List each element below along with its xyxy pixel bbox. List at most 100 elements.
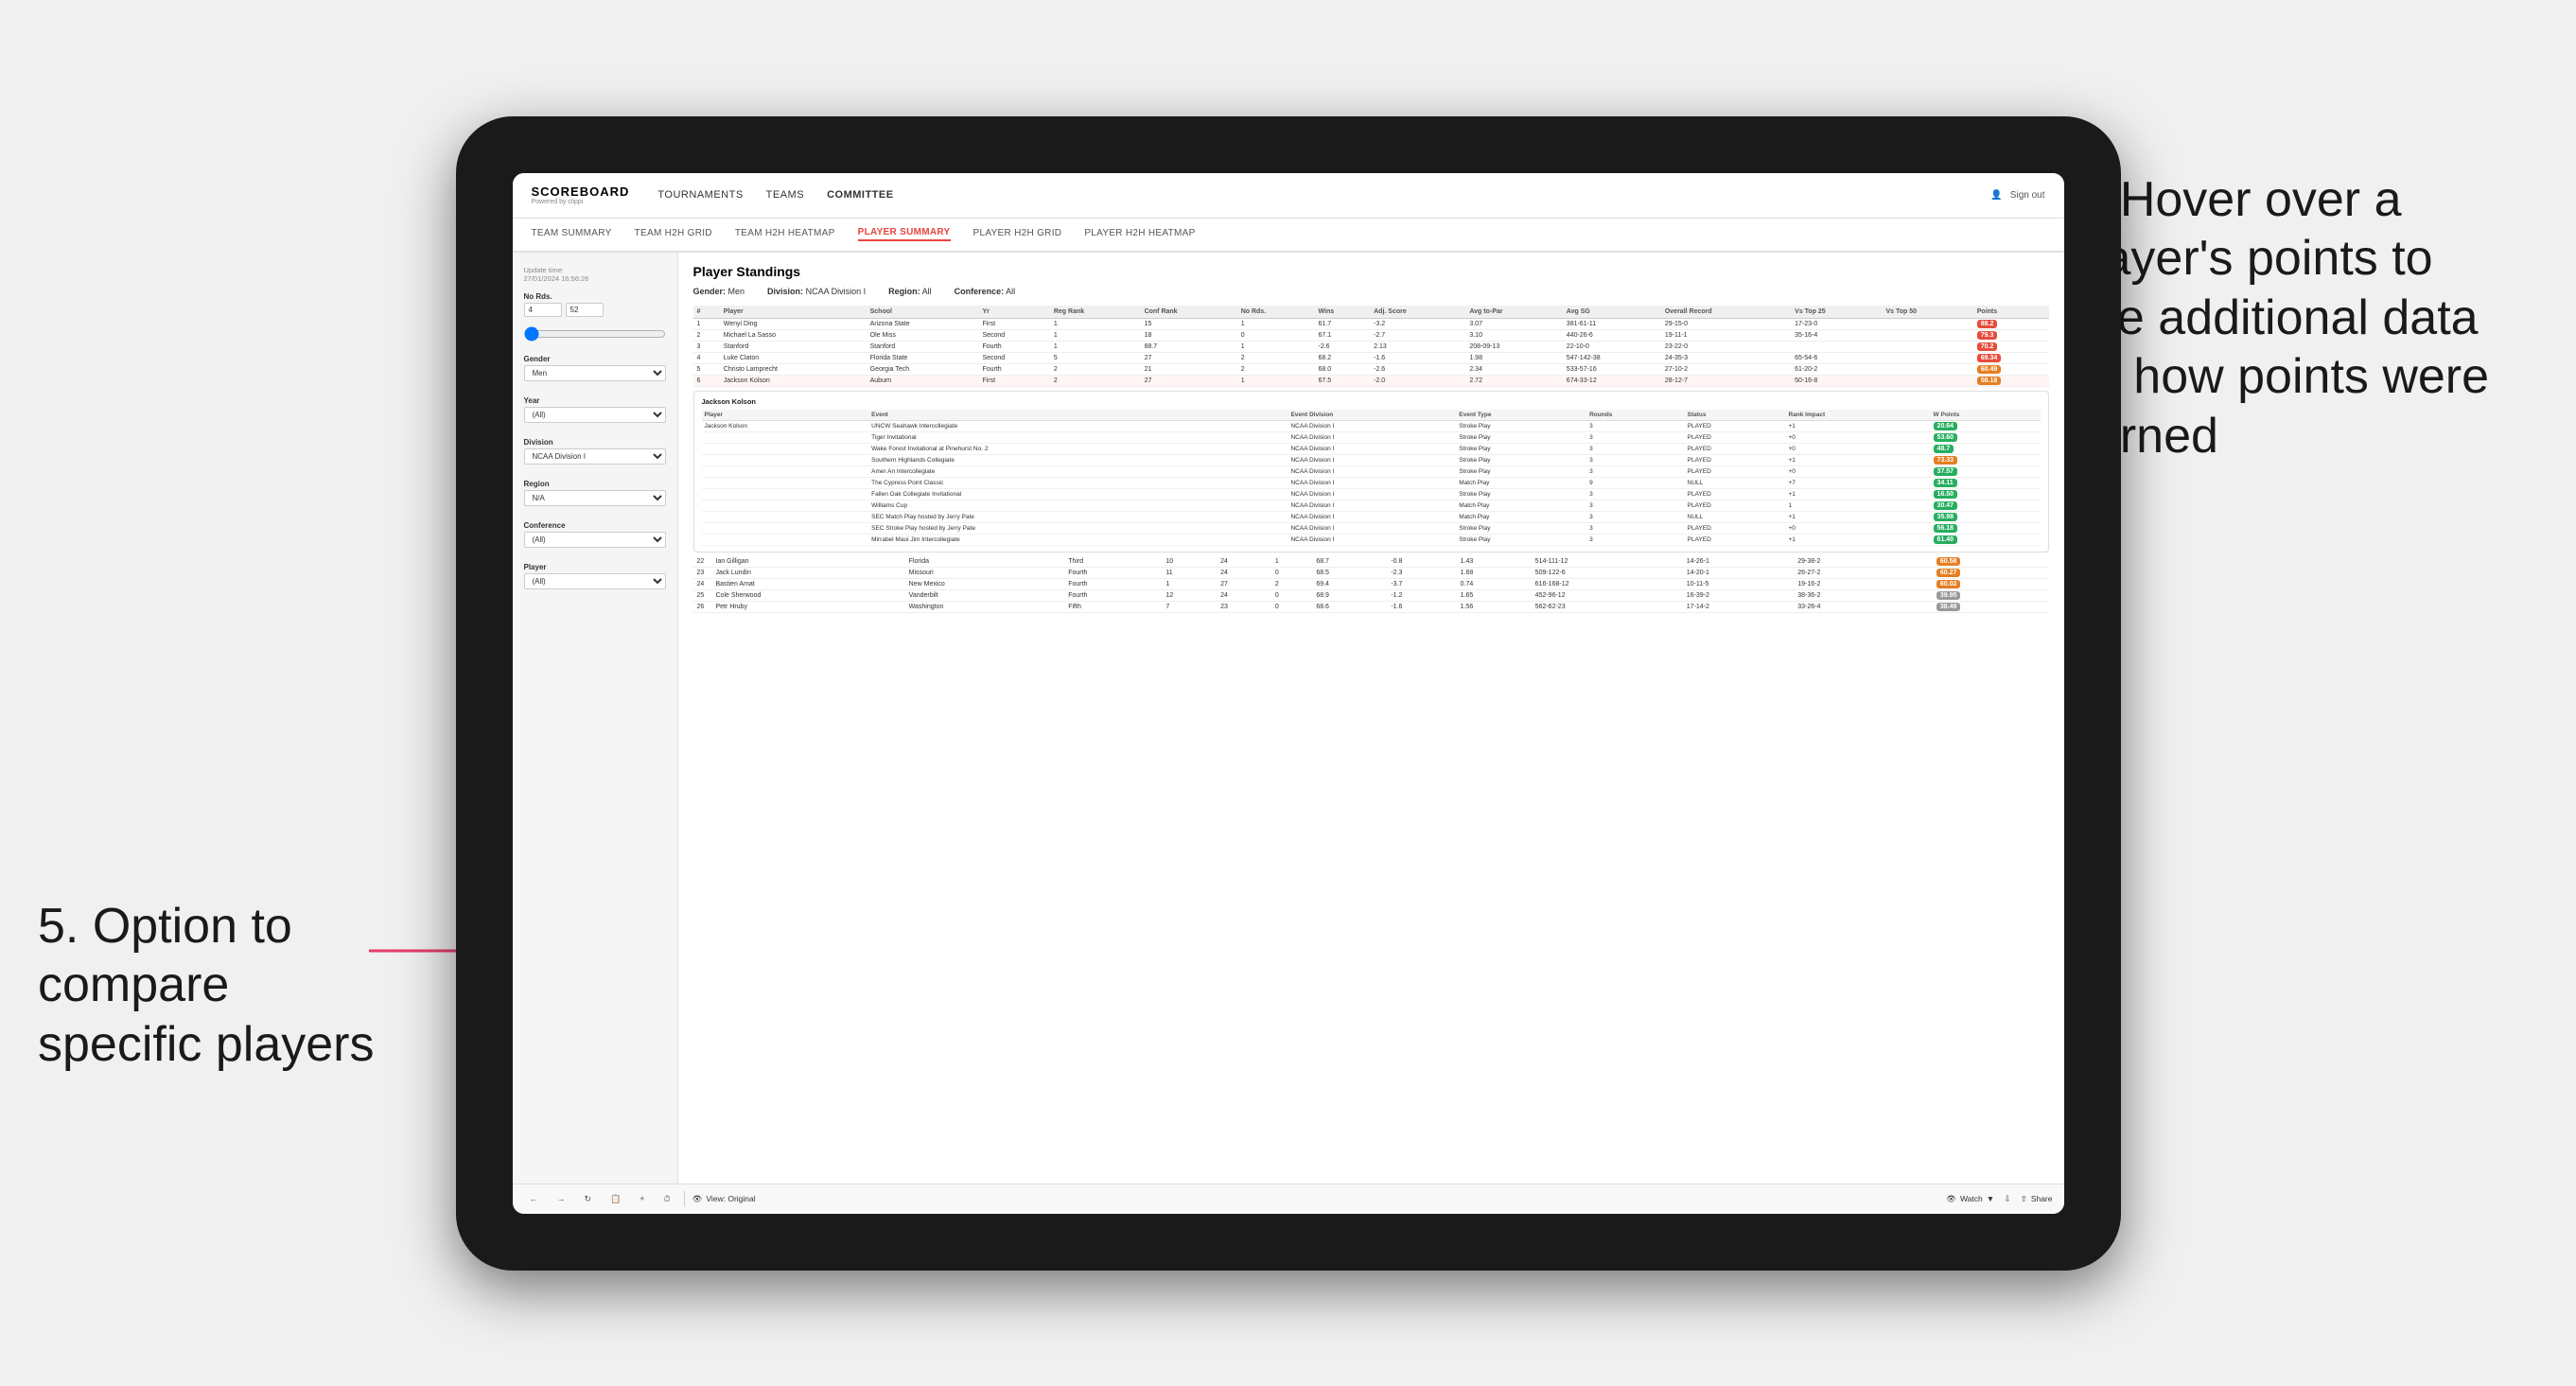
copy-button[interactable]: 📋 [605, 1192, 626, 1206]
col-conf-rank: Conf Rank [1141, 306, 1237, 319]
nav-committee[interactable]: COMMITTEE [827, 189, 894, 201]
clock-button[interactable]: ⏱ [658, 1192, 676, 1206]
sub-nav-player-summary[interactable]: PLAYER SUMMARY [858, 227, 951, 241]
col-points: Points [1973, 306, 2049, 319]
table-row[interactable]: 24 Bastien Amat New Mexico Fourth 1 27 2… [693, 578, 2049, 589]
logo-sub: Powered by clippi [532, 199, 630, 205]
share-button[interactable]: ⇧ Share [2021, 1194, 2053, 1204]
data-panel: Player Standings Gender: Men Division: N… [678, 253, 2064, 1184]
table-row[interactable]: 4 Luke Claton Florida State Second 5 27 … [693, 352, 2049, 363]
view-original[interactable]: 👁 View: Original [692, 1194, 756, 1204]
nav-tournaments[interactable]: TOURNAMENTS [657, 189, 743, 201]
col-school: School [867, 306, 979, 319]
list-item[interactable]: Mirrabel Maui Jim Intercollegiate NCAA D… [702, 534, 2041, 545]
gender-select[interactable]: Men [524, 365, 666, 381]
refresh-button[interactable]: ↻ [579, 1192, 598, 1206]
points-badge-hovered: 58.18 [1977, 377, 2002, 385]
table-row[interactable]: 2 Michael La Sasso Ole Miss Second 1 18 … [693, 329, 2049, 341]
list-item[interactable]: Jackson Kolson UNCW Seahawk Intercollegi… [702, 420, 2041, 431]
conference-filter-value: All [1006, 287, 1015, 296]
sign-in-icon: 👤 [1990, 190, 2002, 201]
col-no-rds: No Rds. [1237, 306, 1315, 319]
list-item[interactable]: The Cypress Point Classic NCAA Division … [702, 477, 2041, 488]
points-badge: 60.02 [1936, 580, 1961, 588]
nav-teams[interactable]: TEAMS [766, 189, 804, 201]
list-item[interactable]: SEC Stroke Play hosted by Jerry Pate NCA… [702, 522, 2041, 534]
w-points: 61.40 [1934, 535, 1958, 544]
add-button[interactable]: + [634, 1192, 650, 1205]
table-row[interactable]: 5 Christo Lamprecht Georgia Tech Fourth … [693, 363, 2049, 375]
forward-button[interactable]: → [552, 1192, 571, 1205]
logo-title: SCOREBOARD [532, 184, 630, 199]
list-item[interactable]: Fallen Oak Collegiate Invitational NCAA … [702, 488, 2041, 500]
w-points: 16.50 [1934, 490, 1958, 499]
list-item[interactable]: SEC Match Play hosted by Jerry Pate NCAA… [702, 511, 2041, 522]
no-rds-from-input[interactable] [524, 303, 562, 317]
w-points: 48.7 [1934, 445, 1954, 453]
col-rank: # [693, 306, 720, 319]
table-row[interactable]: 25 Cole Sherwood Vanderbilt Fourth 12 24… [693, 589, 2049, 601]
table-row[interactable]: 3 Stanford Stanford Fourth 1 88.7 1 -2.6… [693, 341, 2049, 352]
table-row[interactable]: 1 Wenyi Ding Arizona State First 1 15 1 … [693, 318, 2049, 329]
no-rds-slider[interactable] [524, 326, 666, 342]
back-button[interactable]: ← [524, 1192, 544, 1205]
table-row-highlighted[interactable]: 6 Jackson Kolson Auburn First 2 27 1 67.… [693, 375, 2049, 386]
sign-out-label[interactable]: Sign out [2010, 190, 2045, 201]
col-player: Player [720, 306, 867, 319]
division-filter-label: Division: [767, 287, 803, 296]
w-points: 56.18 [1934, 524, 1958, 533]
logo-area: SCOREBOARD Powered by clippi [532, 184, 630, 205]
table-row[interactable]: 23 Jack Lundin Missouri Fourth 11 24 0 6… [693, 567, 2049, 578]
sub-nav-team-h2h-grid[interactable]: TEAM H2H GRID [635, 228, 712, 240]
division-filter-value: NCAA Division I [806, 287, 867, 296]
bottom-toolbar: ← → ↻ 📋 + ⏱ 👁 View: Original 👁 Watch ▼ ⇩… [513, 1184, 2064, 1214]
points-badge: 60.49 [1977, 365, 2002, 374]
list-item[interactable]: Amer An Intercollegiate NCAA Division I … [702, 465, 2041, 477]
points-badge: 79.3 [1977, 331, 1998, 340]
table-row[interactable]: 22 Ian Gilligan Florida Third 10 24 1 68… [693, 556, 2049, 568]
no-rds-to-input[interactable] [566, 303, 604, 317]
points-badge: 70.2 [1977, 342, 1998, 351]
view-label: View: Original [706, 1194, 755, 1203]
col-to-par: Avg to-Par [1465, 306, 1562, 319]
col-vs25: Vs Top 25 [1791, 306, 1882, 319]
tablet-device: SCOREBOARD Powered by clippi TOURNAMENTS… [456, 116, 2121, 1271]
col-yr: Yr [978, 306, 1049, 319]
col-vs50: Vs Top 50 [1882, 306, 1972, 319]
points-badge: 88.2 [1977, 320, 1998, 328]
filters-row: Gender: Men Division: NCAA Division I Re… [693, 287, 2049, 296]
points-hover-popup: Jackson Kolson Player Event Event Divisi… [693, 391, 2049, 553]
points-badge: 69.34 [1977, 354, 2002, 362]
sidebar: Update time: 27/01/2024 16:56:26 No Rds.… [513, 253, 678, 1184]
annotation-compare-players: 5. Option to compare specific players [38, 897, 397, 1074]
sub-nav-player-h2h-heatmap[interactable]: PLAYER H2H HEATMAP [1084, 228, 1195, 240]
sub-nav: TEAM SUMMARY TEAM H2H GRID TEAM H2H HEAT… [513, 219, 2064, 253]
list-item[interactable]: Tiger Invitational NCAA Division I Strok… [702, 431, 2041, 443]
sub-nav-player-h2h-grid[interactable]: PLAYER H2H GRID [973, 228, 1062, 240]
conference-filter-label: Conference: [955, 287, 1005, 296]
main-content: Update time: 27/01/2024 16:56:26 No Rds.… [513, 253, 2064, 1184]
conference-select[interactable]: (All) [524, 532, 666, 548]
year-select[interactable]: (All) [524, 407, 666, 423]
player-select[interactable]: (All) [524, 573, 666, 589]
list-item[interactable]: Wake Forest Invitational at Pinehurst No… [702, 443, 2041, 454]
region-select[interactable]: N/A [524, 490, 666, 506]
tablet-screen: SCOREBOARD Powered by clippi TOURNAMENTS… [513, 173, 2064, 1214]
sub-nav-team-summary[interactable]: TEAM SUMMARY [532, 228, 612, 240]
download-icon[interactable]: ⇩ [2004, 1194, 2011, 1204]
division-select[interactable]: NCAA Division I [524, 448, 666, 465]
list-item[interactable]: Southern Highlands Collegiate NCAA Divis… [702, 454, 2041, 465]
w-points: 35.98 [1934, 513, 1958, 521]
sub-nav-team-h2h-heatmap[interactable]: TEAM H2H HEATMAP [735, 228, 835, 240]
nav-bar: SCOREBOARD Powered by clippi TOURNAMENTS… [513, 173, 2064, 219]
region-label: Region [524, 480, 666, 488]
gender-label: Gender [524, 355, 666, 363]
toolbar-separator [684, 1191, 685, 1206]
list-item[interactable]: Williams Cup NCAA Division I Match Play … [702, 500, 2041, 511]
watch-button[interactable]: 👁 Watch ▼ [1946, 1194, 1994, 1204]
share-icon: ⇧ [2021, 1194, 2027, 1204]
view-icon: 👁 [692, 1194, 703, 1204]
table-row[interactable]: 26 Petr Hruby Washington Fifth 7 23 0 68… [693, 601, 2049, 612]
lower-standings-table: 22 Ian Gilligan Florida Third 10 24 1 68… [693, 556, 2049, 613]
share-label: Share [2031, 1194, 2053, 1203]
